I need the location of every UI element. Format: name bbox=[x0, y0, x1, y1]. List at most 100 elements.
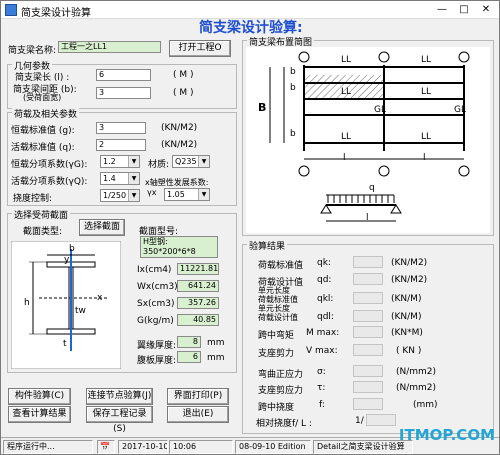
material-value: Q235 bbox=[175, 157, 197, 166]
result-label-qk: 荷载标准值 bbox=[258, 261, 304, 271]
result-unit-f: (mm) bbox=[413, 400, 438, 410]
section-title: 选择受荷截面 bbox=[12, 208, 71, 221]
minimize-icon[interactable]: — bbox=[431, 2, 453, 17]
result-value-qkl bbox=[353, 292, 383, 304]
spacing-input[interactable]: 3 bbox=[96, 87, 151, 99]
status-edition: 08-09-10 Edition bbox=[235, 440, 311, 454]
status-time: 10:06 bbox=[169, 440, 233, 454]
watermark: ITMOP.COM bbox=[398, 426, 495, 444]
view-results-button[interactable]: 查看计算结果 bbox=[8, 406, 71, 423]
chevron-down-icon: ▼ bbox=[198, 189, 209, 200]
B-label: B bbox=[258, 101, 267, 114]
chevron-down-icon: ▼ bbox=[198, 156, 209, 167]
l-label-1: l bbox=[343, 153, 346, 163]
dim-tw-label: tw bbox=[75, 306, 86, 316]
open-project-button[interactable]: 打开工程O bbox=[169, 40, 231, 57]
save-record-button[interactable]: 保存工程记录(S) bbox=[86, 406, 153, 434]
result-label-sigma: 弯曲正应力 bbox=[258, 370, 304, 380]
result-value-tau bbox=[353, 381, 383, 393]
ll-label-5: LL bbox=[341, 132, 352, 142]
dead-load-unit: (KN/M2) bbox=[161, 123, 198, 133]
relative-deflection-value: 1/ bbox=[355, 416, 364, 426]
results-title: 验算结果 bbox=[247, 239, 288, 252]
result-unit-qkl: (KN/M) bbox=[391, 294, 422, 304]
web-unit: mm bbox=[207, 353, 225, 363]
dim-y-label: y bbox=[64, 255, 70, 265]
deflection-label: 挠度控制: bbox=[13, 194, 53, 204]
deflection-select[interactable]: 1/250 ▼ bbox=[100, 189, 140, 202]
loads-title: 荷载及相关参数 bbox=[12, 107, 80, 120]
result-label-f: 跨中挠度 bbox=[258, 403, 295, 413]
app-icon bbox=[5, 4, 17, 16]
calc-button[interactable]: 构件验算(C) bbox=[8, 388, 71, 405]
g-value: 40.85 bbox=[177, 314, 219, 326]
exit-button[interactable]: 退出(E) bbox=[167, 406, 229, 423]
beam-layout-diagram bbox=[246, 47, 490, 233]
result-sym-mmax: M max: bbox=[306, 328, 340, 338]
result-value-f bbox=[353, 398, 383, 410]
q-label: q bbox=[369, 183, 375, 193]
calendar-icon: 📅 bbox=[97, 440, 115, 454]
print-button[interactable]: 界面打印(P) bbox=[167, 388, 229, 405]
plastic-factor-select[interactable]: 1.05 ▼ bbox=[164, 188, 210, 201]
status-running: 程序运行中... bbox=[3, 440, 93, 454]
page-title: 简支梁设计验算: bbox=[199, 20, 303, 36]
ll-label-6: LL bbox=[421, 132, 432, 142]
section-model-input[interactable]: H型钢: 350*200*6*8 bbox=[140, 236, 218, 258]
node-check-button[interactable]: 连接节点验算(J) bbox=[86, 388, 153, 405]
dead-factor-select[interactable]: 1.2 ▼ bbox=[100, 155, 140, 168]
spacing-unit: ( M ) bbox=[173, 88, 194, 98]
result-sym-qkl: qkl: bbox=[317, 294, 334, 304]
ll-label-2: LL bbox=[421, 55, 432, 65]
close-icon[interactable]: ✕ bbox=[475, 2, 497, 17]
live-factor-label: 活载分项系数(γQ): bbox=[11, 177, 88, 187]
result-sym-f: f: bbox=[319, 400, 325, 410]
result-sym-qdl: qdl: bbox=[317, 312, 334, 322]
span-input[interactable]: 6 bbox=[96, 69, 151, 81]
live-factor-value: 1.4 bbox=[103, 174, 116, 183]
relative-deflection-label: 相对挠度f/ L : bbox=[256, 419, 312, 429]
result-sym-tau: τ: bbox=[317, 383, 326, 393]
material-select[interactable]: Q235 ▼ bbox=[172, 155, 210, 168]
live-factor-select[interactable]: 1.4 ▼ bbox=[100, 172, 140, 185]
result-unit-tau: (N/mm2) bbox=[396, 383, 437, 393]
result-value-sigma bbox=[353, 365, 383, 377]
gl-label-2: GL bbox=[454, 105, 466, 115]
spacing-note: (受荷面宽) bbox=[23, 93, 62, 102]
beam-name-label: 简支梁名称: bbox=[8, 46, 57, 56]
plastic-factor-label: x轴塑性发展系数: bbox=[145, 178, 209, 187]
result-label-tau: 支座剪应力 bbox=[258, 386, 304, 396]
web-value: 6 bbox=[177, 351, 201, 363]
result-value-vmax bbox=[353, 344, 383, 356]
dim-t-label: t bbox=[63, 339, 67, 349]
ll-label-4: LL bbox=[421, 87, 432, 97]
status-date: 2017-10-10 bbox=[118, 440, 168, 454]
result-sym-qd: qd: bbox=[317, 275, 332, 285]
result-value-qdl bbox=[353, 310, 383, 322]
ll-label-1: LL bbox=[341, 55, 352, 65]
result-value-qd bbox=[353, 273, 383, 285]
wx-value: 641.24 bbox=[177, 280, 219, 292]
span-unit: ( M ) bbox=[173, 70, 194, 80]
result-unit-qdl: (KN/M) bbox=[391, 312, 422, 322]
maximize-icon[interactable]: □ bbox=[453, 2, 475, 17]
material-label: 材质: bbox=[148, 160, 170, 170]
chevron-down-icon: ▼ bbox=[128, 173, 139, 184]
ix-label: Ix(cm4) bbox=[137, 265, 172, 275]
chevron-down-icon: ▼ bbox=[128, 156, 139, 167]
sx-value: 357.26 bbox=[177, 297, 219, 309]
flange-value: 8 bbox=[177, 336, 201, 348]
result-sym-vmax: V max: bbox=[306, 346, 338, 356]
relative-deflection-input bbox=[366, 414, 396, 426]
dead-load-input[interactable]: 3 bbox=[96, 122, 146, 134]
l-label-2: l bbox=[423, 153, 426, 163]
live-load-input[interactable]: 2 bbox=[96, 139, 146, 151]
dim-h-label: h bbox=[24, 298, 30, 308]
beam-name-input[interactable]: 工程一之LL1 bbox=[58, 41, 161, 53]
g-label: G(kg/m) bbox=[137, 316, 174, 326]
result-sym-qk: qk: bbox=[317, 258, 331, 268]
select-section-button[interactable]: 选择截面 bbox=[79, 219, 125, 236]
deflection-value: 1/250 bbox=[103, 191, 127, 200]
l-label-3: l bbox=[366, 213, 369, 223]
result-label-vmax: 支座剪力 bbox=[258, 349, 295, 359]
